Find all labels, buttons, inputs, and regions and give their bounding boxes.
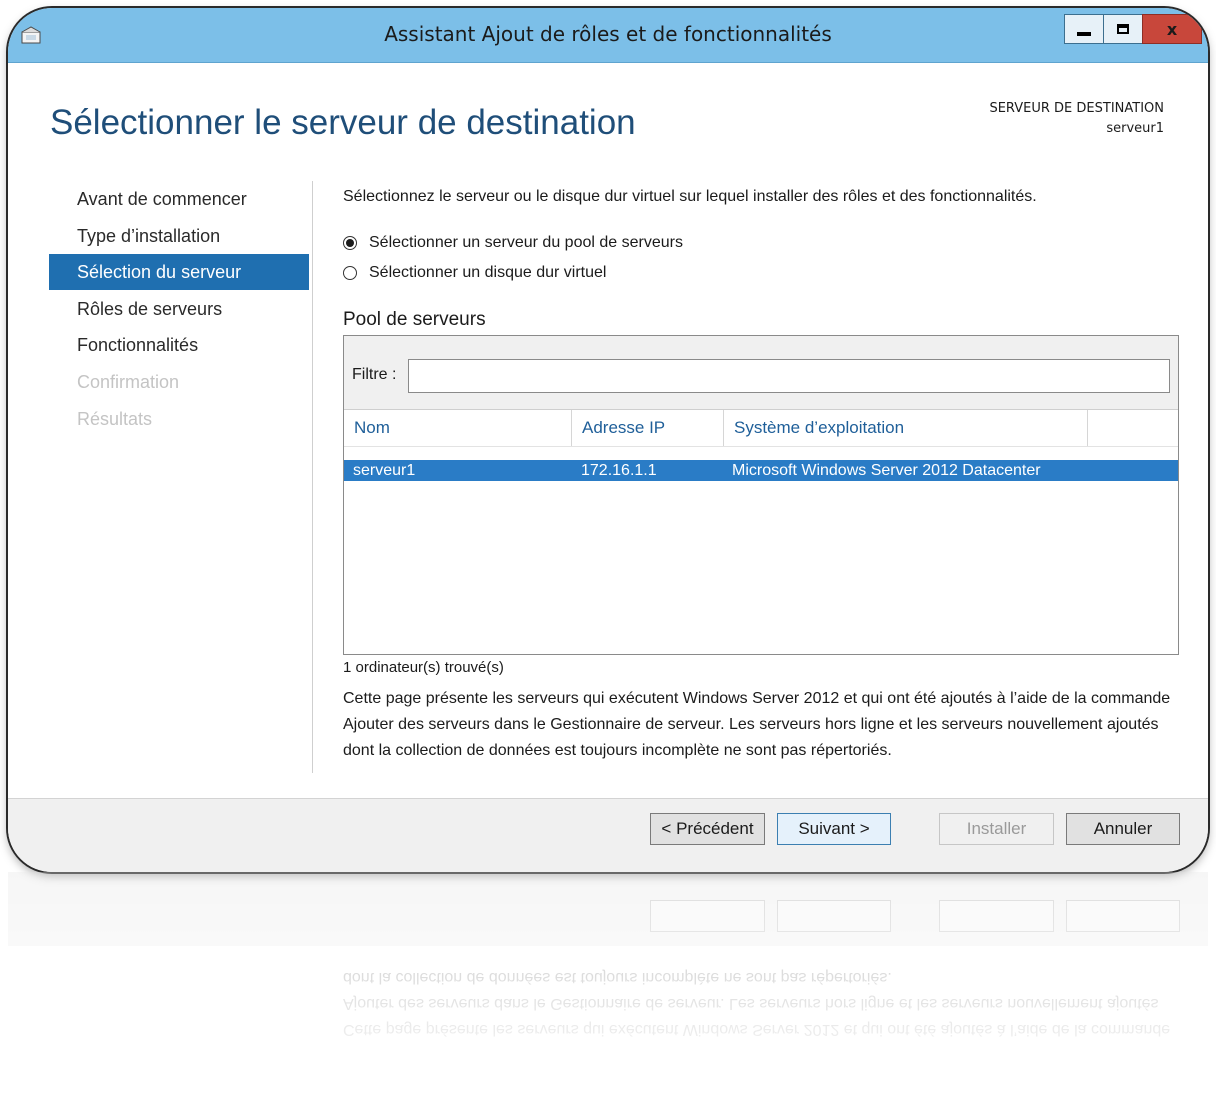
filter-input[interactable] — [408, 359, 1170, 393]
option-server-pool-label: Sélectionner un serveur du pool de serve… — [369, 234, 683, 251]
result-count: 1 ordinateur(s) trouvé(s) — [343, 659, 504, 676]
next-button[interactable]: Suivant > — [777, 813, 891, 845]
intro-text: Sélectionnez le serveur ou le disque dur… — [343, 188, 1037, 205]
option-server-pool[interactable]: Sélectionner un serveur du pool de serve… — [343, 234, 683, 252]
step-fonctionnalites[interactable]: Fonctionnalités — [49, 327, 309, 363]
step-roles-serveurs[interactable]: Rôles de serveurs — [49, 291, 309, 327]
minimize-icon — [1077, 32, 1091, 36]
wizard-window: Assistant Ajout de rôles et de fonctionn… — [8, 8, 1208, 872]
step-avant-de-commencer[interactable]: Avant de commencer — [49, 181, 309, 217]
server-pool-list: Filtre : Nom Adresse IP Système d’exploi… — [343, 335, 1179, 655]
step-resultats: Résultats — [77, 408, 153, 429]
close-button[interactable]: x — [1142, 14, 1202, 44]
window-reflection: Cette page présente les serveurs qui exé… — [8, 872, 1208, 1100]
step-type-installation[interactable]: Type d’installation — [49, 218, 309, 254]
minimize-button[interactable] — [1064, 14, 1104, 44]
button-bar: < Précédent Suivant > Installer Annuler — [8, 798, 1208, 872]
cell-ip: 172.16.1.1 — [581, 462, 657, 479]
option-virtual-disk[interactable]: Sélectionner un disque dur virtuel — [343, 264, 606, 282]
wizard-steps-nav: Avant de commencer Type d’installation S… — [49, 181, 309, 437]
filter-label: Filtre : — [352, 366, 397, 383]
filter-area: Filtre : — [344, 336, 1178, 410]
table-row[interactable]: serveur1 172.16.1.1 Microsoft Windows Se… — [344, 460, 1178, 481]
destination-label: SERVEUR DE DESTINATION — [989, 101, 1164, 116]
column-header-nom[interactable]: Nom — [344, 410, 572, 446]
radio-selected-icon[interactable] — [343, 236, 357, 250]
reflection-fade — [8, 872, 1208, 1100]
pool-label: Pool de serveurs — [343, 309, 486, 330]
cancel-button[interactable]: Annuler — [1066, 813, 1180, 845]
sidebar-divider — [312, 181, 313, 773]
wizard-content: Sélectionner le serveur de destination S… — [8, 63, 1208, 798]
destination-server-info: SERVEUR DE DESTINATION serveur1 — [989, 99, 1164, 139]
step-selection-serveur[interactable]: Sélection du serveur — [49, 254, 309, 291]
page-title: Sélectionner le serveur de destination — [50, 103, 636, 142]
maximize-button[interactable] — [1103, 14, 1143, 44]
close-icon: x — [1166, 19, 1178, 39]
column-header-os[interactable]: Système d’exploitation — [724, 410, 1088, 446]
radio-unselected-icon[interactable] — [343, 266, 357, 280]
cell-name: serveur1 — [353, 462, 416, 479]
install-button: Installer — [939, 813, 1054, 845]
cell-os: Microsoft Windows Server 2012 Datacenter — [732, 462, 1041, 479]
destination-server-name: serveur1 — [1106, 121, 1164, 136]
grid-header: Nom Adresse IP Système d’exploitation — [344, 410, 1178, 447]
maximize-icon — [1117, 24, 1129, 34]
step-confirmation: Confirmation — [77, 371, 180, 392]
title-bar[interactable]: Assistant Ajout de rôles et de fonctionn… — [8, 8, 1208, 63]
column-header-ip[interactable]: Adresse IP — [572, 410, 724, 446]
window-title: Assistant Ajout de rôles et de fonctionn… — [384, 22, 832, 46]
description-text: Cette page présente les serveurs qui exé… — [343, 690, 1171, 759]
option-virtual-disk-label: Sélectionner un disque dur virtuel — [369, 264, 607, 281]
previous-button[interactable]: < Précédent — [650, 813, 765, 845]
